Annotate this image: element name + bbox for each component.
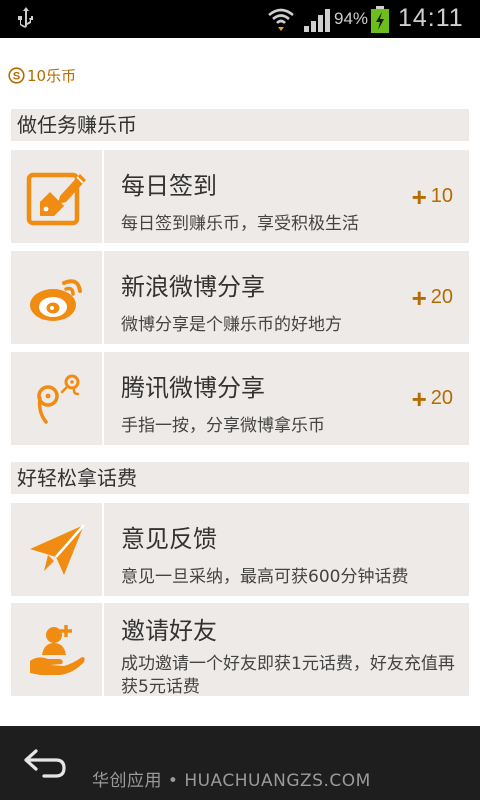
- task-description: 微博分享是个赚乐币的好地方: [121, 315, 342, 335]
- tencent-weibo-icon: [36, 374, 79, 424]
- watermark-text: 华创应用 • HUACHUANGZS.COM: [92, 771, 371, 791]
- plus-icon: +: [411, 282, 427, 313]
- plus-icon: +: [411, 383, 427, 414]
- task-feedback[interactable]: 意见反馈 意见一旦采纳，最高可获600分钟话费: [11, 503, 469, 596]
- task-tencent-weibo-share[interactable]: 腾讯微博分享 手指一按，分享微博拿乐币 + 20: [11, 352, 469, 445]
- task-description: 意见一旦采纳，最高可获600分钟话费: [121, 567, 409, 587]
- coin-icon: S: [8, 66, 25, 84]
- section-header-phone-credit: 好轻松拿话费: [11, 462, 469, 494]
- task-invite-friends[interactable]: 邀请好友 成功邀请一个好友即获1元话费，好友充值再获5元话费: [11, 603, 469, 697]
- icon-cell: [11, 503, 104, 596]
- task-reward-value: 10: [430, 185, 453, 207]
- task-title: 每日签到: [121, 172, 217, 200]
- coin-balance: S 10乐币: [8, 64, 76, 86]
- icon-cell: [11, 603, 104, 696]
- task-reward: + 20: [411, 383, 453, 414]
- icon-cell: [11, 352, 104, 445]
- task-title: 邀请好友: [121, 617, 217, 645]
- svg-text:S: S: [13, 70, 20, 82]
- task-reward-value: 20: [430, 286, 453, 308]
- icon-cell: [11, 251, 104, 344]
- coin-balance-label: 10乐币: [27, 66, 77, 85]
- back-icon[interactable]: [22, 746, 68, 780]
- weibo-icon: [29, 278, 82, 321]
- icon-cell: [11, 150, 104, 243]
- task-title: 腾讯微博分享: [121, 374, 265, 402]
- task-daily-checkin[interactable]: 每日签到 每日签到赚乐币，享受积极生活 + 10: [11, 150, 469, 243]
- paper-plane-icon: [29, 523, 85, 575]
- task-description: 成功邀请一个好友即获1元话费，好友充值再获5元话费: [121, 654, 455, 697]
- plus-icon: +: [411, 181, 427, 212]
- task-title: 意见反馈: [121, 525, 217, 553]
- task-reward-value: 20: [430, 387, 453, 409]
- section-header-earn: 做任务赚乐币: [11, 109, 469, 141]
- signal-icon: [304, 9, 330, 32]
- task-title: 新浪微博分享: [121, 273, 265, 301]
- bottom-bar: 华创应用 • HUACHUANGZS.COM: [0, 726, 480, 800]
- status-bar: 94% 14:11: [0, 0, 480, 38]
- battery-charging-icon: [371, 6, 389, 33]
- wifi-icon: [268, 8, 294, 31]
- clock: 14:11: [398, 4, 464, 32]
- task-reward: + 10: [411, 181, 453, 212]
- task-reward: + 20: [411, 282, 453, 313]
- checkin-icon: [26, 172, 86, 225]
- task-description: 手指一按，分享微博拿乐币: [121, 416, 325, 436]
- usb-icon: [18, 7, 33, 28]
- task-sina-weibo-share[interactable]: 新浪微博分享 微博分享是个赚乐币的好地方 + 20: [11, 251, 469, 344]
- invite-friend-icon: [29, 624, 85, 675]
- battery-percent: 94%: [334, 9, 369, 28]
- task-description: 每日签到赚乐币，享受积极生活: [121, 214, 359, 234]
